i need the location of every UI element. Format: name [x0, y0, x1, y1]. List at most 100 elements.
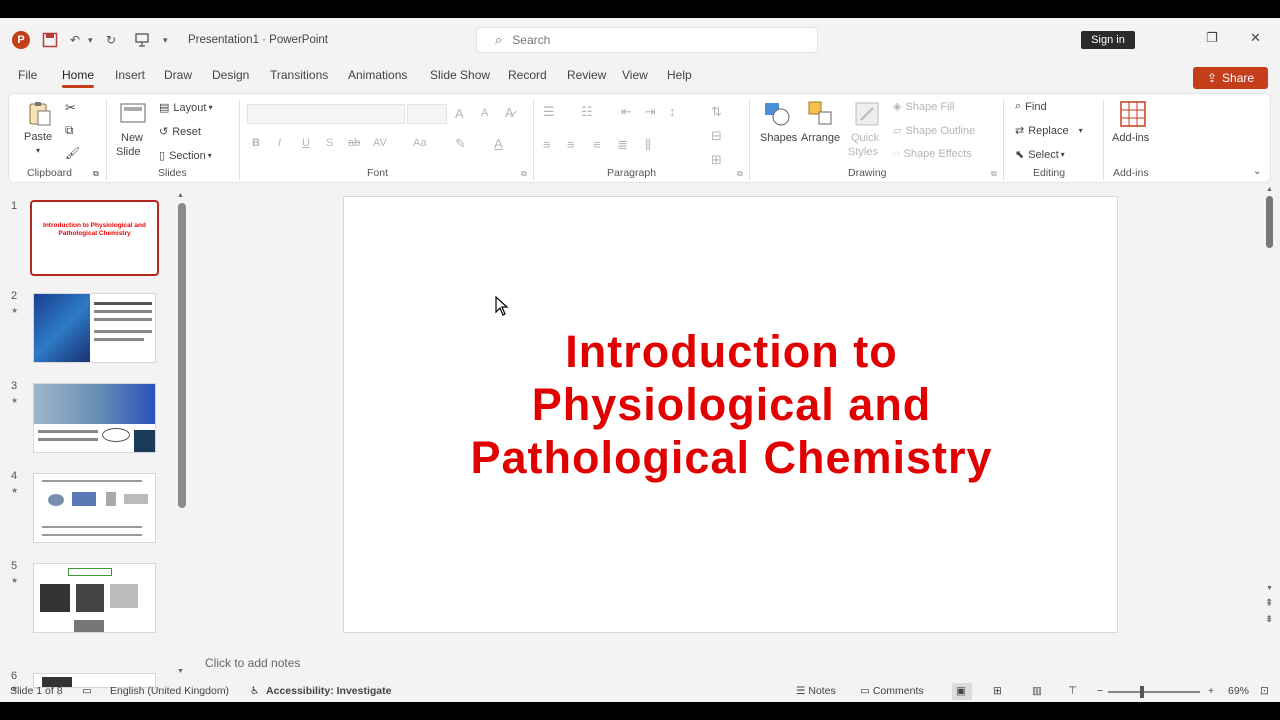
quick-styles-icon[interactable]	[853, 100, 881, 128]
slide-sorter-icon[interactable]: ⊞	[993, 685, 1002, 697]
fit-to-window-icon[interactable]: ⊡	[1260, 685, 1269, 697]
collapse-ribbon-icon[interactable]: ⌄	[1253, 166, 1261, 177]
reset-button[interactable]: ↺ Reset	[159, 125, 201, 139]
scroll-down-icon[interactable]: ▼	[177, 668, 184, 675]
arrange-icon[interactable]	[807, 100, 835, 128]
share-button[interactable]: ⇪ Share	[1193, 67, 1268, 89]
font-size-input[interactable]	[407, 104, 447, 124]
paragraph-launcher-icon[interactable]: ⧉	[737, 169, 743, 179]
align-center-icon[interactable]: ≡	[567, 137, 575, 152]
accessibility-status[interactable]: Accessibility: Investigate	[266, 685, 391, 697]
tab-draw[interactable]: Draw	[164, 68, 192, 82]
tab-home[interactable]: Home	[62, 68, 95, 88]
zoom-out-icon[interactable]: −	[1097, 685, 1103, 697]
drawing-launcher-icon[interactable]: ⧉	[991, 169, 997, 179]
slide-title[interactable]: Introduction to Physiological and Pathol…	[344, 325, 1119, 484]
redo-icon[interactable]: ↻	[106, 30, 116, 50]
zoom-slider-thumb[interactable]	[1140, 686, 1144, 698]
shape-fill-button[interactable]: ◈ Shape Fill	[893, 100, 954, 114]
present-icon[interactable]	[134, 30, 150, 50]
shape-outline-button[interactable]: ▱ Shape Outline	[893, 124, 975, 138]
tab-design[interactable]: Design	[212, 68, 249, 82]
comments-button[interactable]: ▭ Comments	[860, 685, 924, 697]
sign-in-button[interactable]: Sign in	[1081, 31, 1135, 49]
shapes-icon[interactable]	[763, 100, 791, 128]
strikethrough-button[interactable]: ab	[348, 137, 360, 149]
font-name-input[interactable]	[247, 104, 405, 124]
spelling-icon[interactable]: ▭	[82, 685, 92, 697]
new-slide-button[interactable]: New	[121, 132, 143, 144]
tab-transitions[interactable]: Transitions	[270, 68, 328, 82]
thumbnail-scrollbar[interactable]	[178, 203, 186, 508]
close-icon[interactable]: ✕	[1250, 30, 1261, 46]
tab-view[interactable]: View	[622, 68, 648, 82]
slide-thumbnail-1[interactable]: Introduction to Physiological and Pathol…	[30, 200, 159, 276]
undo-icon[interactable]: ↶	[70, 30, 80, 50]
arrange-button[interactable]: Arrange	[801, 132, 840, 144]
undo-dropdown-icon[interactable]: ▾	[88, 30, 93, 50]
select-button[interactable]: ⬉ Select ▾	[1015, 148, 1065, 162]
justify-icon[interactable]: ≣	[617, 137, 628, 153]
font-launcher-icon[interactable]: ⧉	[521, 169, 527, 179]
columns-icon[interactable]: ⫼	[645, 137, 651, 153]
clear-formatting-icon[interactable]: A̷	[505, 105, 514, 120]
new-slide-button-line2[interactable]: Slide	[116, 146, 140, 158]
normal-view-icon[interactable]: ▣	[956, 685, 966, 697]
tab-review[interactable]: Review	[567, 68, 606, 82]
shape-effects-button[interactable]: ◌ Shape Effects	[893, 148, 972, 160]
bold-button[interactable]: B	[252, 137, 260, 149]
font-color-button[interactable]: A	[494, 136, 503, 151]
shadow-button[interactable]: S	[326, 137, 333, 149]
scroll-up-icon[interactable]: ▲	[1266, 186, 1273, 193]
slide-scrollbar[interactable]	[1266, 196, 1273, 248]
new-slide-icon[interactable]	[119, 100, 147, 128]
format-painter-icon[interactable]: 🖌	[65, 146, 80, 160]
bullets-icon[interactable]: ☰	[543, 104, 555, 120]
replace-button[interactable]: ⇄ Replace ▾	[1015, 124, 1083, 138]
align-left-icon[interactable]: ≡	[543, 137, 551, 152]
search-input[interactable]: ⌕ Search	[476, 27, 818, 53]
shrink-font-button[interactable]: A	[481, 107, 488, 119]
quick-styles-button[interactable]: Quick	[851, 132, 879, 144]
find-button[interactable]: ⌕ Find	[1015, 100, 1047, 113]
zoom-slider[interactable]	[1108, 691, 1200, 693]
copy-icon[interactable]: ⧉	[65, 123, 74, 138]
zoom-in-icon[interactable]: +	[1208, 685, 1214, 697]
tab-insert[interactable]: Insert	[115, 68, 145, 82]
underline-button[interactable]: U	[302, 137, 310, 149]
add-ins-button[interactable]: Add-ins	[1112, 132, 1149, 144]
section-button[interactable]: ▯ Section ▾	[159, 149, 212, 163]
paste-dropdown-icon[interactable]: ▾	[36, 146, 40, 155]
tab-file[interactable]: File	[18, 68, 37, 82]
slide-thumbnail-2[interactable]	[33, 293, 156, 363]
notes-placeholder[interactable]: Click to add notes	[205, 656, 300, 670]
align-right-icon[interactable]: ≡	[593, 137, 601, 152]
increase-indent-icon[interactable]: ⇥	[645, 104, 656, 120]
add-ins-icon[interactable]	[1119, 100, 1147, 128]
character-spacing-button[interactable]: AV	[373, 137, 387, 149]
clipboard-launcher-icon[interactable]: ⧉	[93, 169, 99, 179]
shapes-button[interactable]: Shapes	[760, 132, 797, 144]
slide-thumbnail-4[interactable]	[33, 473, 156, 543]
zoom-level[interactable]: 69%	[1228, 685, 1249, 697]
decrease-indent-icon[interactable]: ⇤	[621, 104, 632, 120]
change-case-button[interactable]: Aa	[413, 137, 426, 149]
scroll-down-icon[interactable]: ▼	[1266, 585, 1273, 592]
previous-slide-icon[interactable]: ⇞	[1265, 598, 1273, 609]
language[interactable]: English (United Kingdom)	[110, 685, 229, 697]
align-text-icon[interactable]: ⊟	[711, 128, 722, 144]
scroll-up-icon[interactable]: ▲	[177, 192, 184, 199]
tab-record[interactable]: Record	[508, 68, 547, 82]
text-direction-icon[interactable]: ⇅	[711, 104, 722, 120]
slide-thumbnail-3[interactable]	[33, 383, 156, 453]
customize-toolbar-icon[interactable]: ▾	[163, 30, 168, 50]
tab-help[interactable]: Help	[667, 68, 692, 82]
notes-button[interactable]: ☰ Notes	[796, 685, 836, 697]
slide-thumbnail-5[interactable]	[33, 563, 156, 633]
line-spacing-icon[interactable]: ↕	[669, 104, 676, 119]
slide-canvas[interactable]: Introduction to Physiological and Pathol…	[343, 196, 1118, 633]
smartart-icon[interactable]: ⊞	[711, 152, 722, 168]
highlight-icon[interactable]: ✎	[455, 136, 466, 152]
reading-view-icon[interactable]: ▥	[1032, 685, 1042, 697]
layout-button[interactable]: ▤ Layout ▾	[159, 101, 212, 115]
